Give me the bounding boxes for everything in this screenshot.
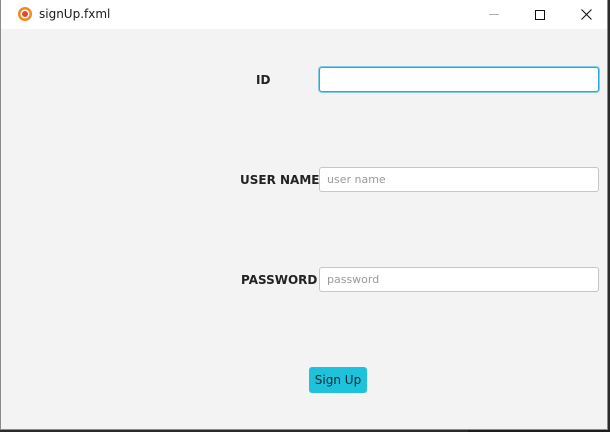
signup-window: signUp.fxml ID USER NAME PASSWORD Sign U… xyxy=(0,0,608,430)
minimize-button[interactable] xyxy=(471,0,517,29)
window-title: signUp.fxml xyxy=(39,7,111,21)
password-label: PASSWORD xyxy=(241,273,318,287)
close-button[interactable] xyxy=(563,0,609,29)
id-input[interactable] xyxy=(319,67,599,92)
sign-up-button[interactable]: Sign Up xyxy=(309,367,367,393)
password-input[interactable] xyxy=(319,267,599,292)
minimize-icon xyxy=(489,14,499,15)
username-label: USER NAME xyxy=(240,173,320,187)
close-icon xyxy=(580,9,592,20)
id-label: ID xyxy=(256,73,271,87)
username-input[interactable] xyxy=(319,167,599,192)
maximize-icon xyxy=(535,9,545,20)
maximize-button[interactable] xyxy=(517,0,563,29)
title-bar[interactable]: signUp.fxml xyxy=(1,0,607,29)
app-logo-icon xyxy=(18,7,32,21)
